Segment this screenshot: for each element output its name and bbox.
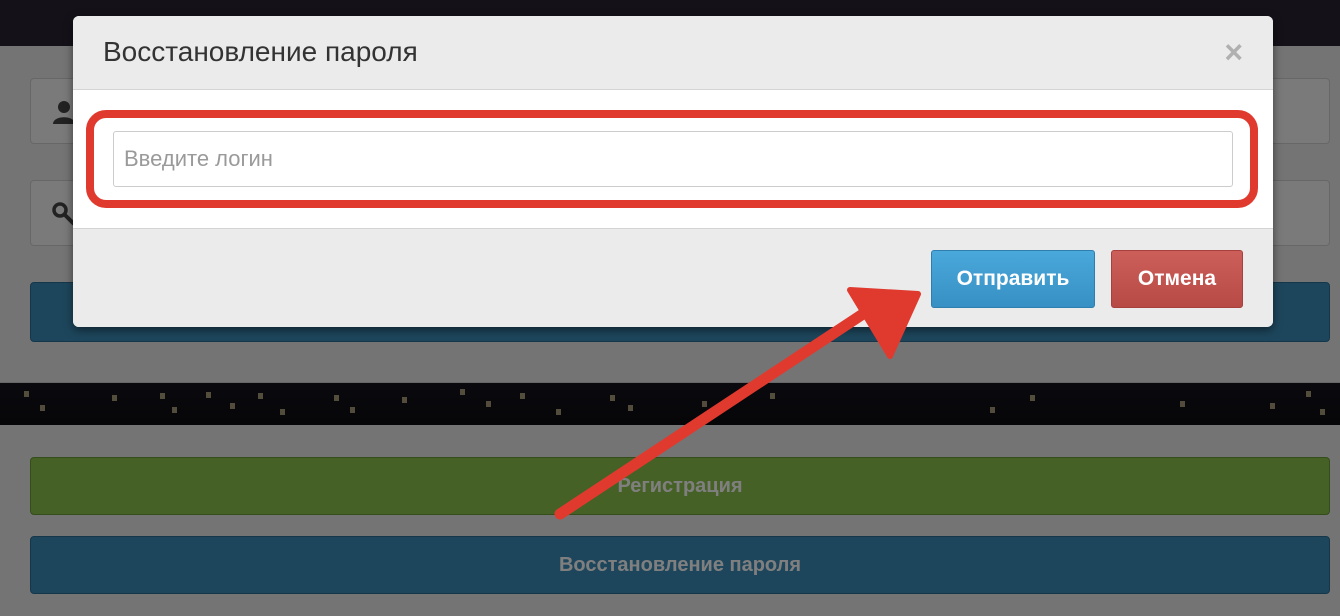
dialog-body bbox=[73, 90, 1273, 229]
close-icon[interactable]: × bbox=[1224, 36, 1243, 68]
dialog-header: Восстановление пароля × bbox=[73, 16, 1273, 90]
login-input[interactable] bbox=[113, 131, 1233, 187]
password-recovery-dialog: Восстановление пароля × Отправить Отмена bbox=[73, 16, 1273, 327]
cancel-button[interactable]: Отмена bbox=[1111, 250, 1243, 308]
dialog-footer: Отправить Отмена bbox=[73, 228, 1273, 327]
dialog-title: Восстановление пароля bbox=[103, 36, 418, 67]
send-button[interactable]: Отправить bbox=[931, 250, 1095, 308]
